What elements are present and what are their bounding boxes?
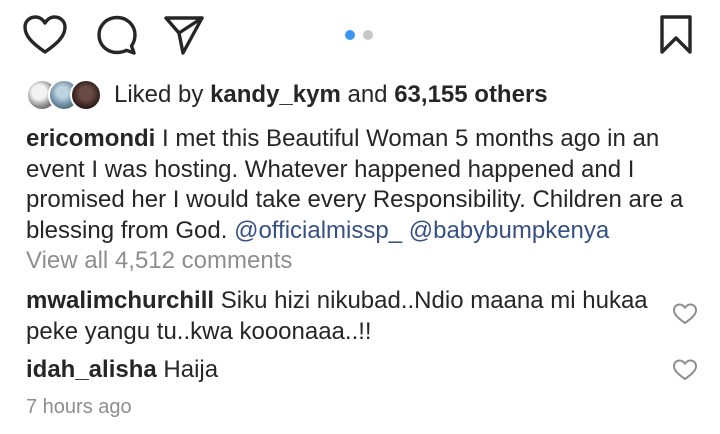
comment-username-link[interactable]: idah_alisha: [26, 356, 157, 383]
mention-link[interactable]: @babybumpkenya: [409, 217, 609, 244]
comment-item: mwalimchurchill Siku hizi nikubad..Ndio …: [26, 286, 666, 347]
likes-conjunction: and: [347, 81, 388, 108]
bookmark-icon[interactable]: [658, 14, 694, 56]
heart-icon[interactable]: [22, 14, 68, 56]
avatar: [70, 79, 102, 111]
likes-row: Liked by kandy_kym and 63,155 others: [26, 78, 706, 112]
carousel-indicator: [345, 30, 385, 42]
likes-prefix: Liked by: [114, 81, 204, 108]
comment-like-heart-icon[interactable]: [672, 302, 698, 331]
liker-avatars[interactable]: [26, 78, 106, 112]
likes-others-link[interactable]: 63,155 others: [394, 81, 547, 108]
post-caption: ericomondi I met this Beautiful Woman 5 …: [26, 124, 696, 246]
mention-link[interactable]: @officialmissp_: [234, 217, 402, 244]
comment-username-link[interactable]: mwalimchurchill: [26, 287, 214, 314]
view-all-comments-link[interactable]: View all 4,512 comments: [26, 246, 292, 276]
post-timestamp: 7 hours ago: [26, 396, 132, 418]
comment-text: Haija: [163, 356, 219, 383]
comment-item: idah_alisha Haija: [26, 355, 666, 386]
caption-username-link[interactable]: ericomondi: [26, 125, 155, 152]
likes-summary: Liked by kandy_kym and 63,155 others: [114, 80, 548, 110]
share-icon[interactable]: [162, 14, 206, 56]
action-bar: [0, 0, 720, 70]
comment-like-heart-icon[interactable]: [672, 358, 698, 387]
comment-icon[interactable]: [96, 14, 138, 56]
carousel-dot: [363, 30, 373, 40]
carousel-dot-active: [345, 30, 355, 40]
liker-username-link[interactable]: kandy_kym: [210, 81, 341, 108]
